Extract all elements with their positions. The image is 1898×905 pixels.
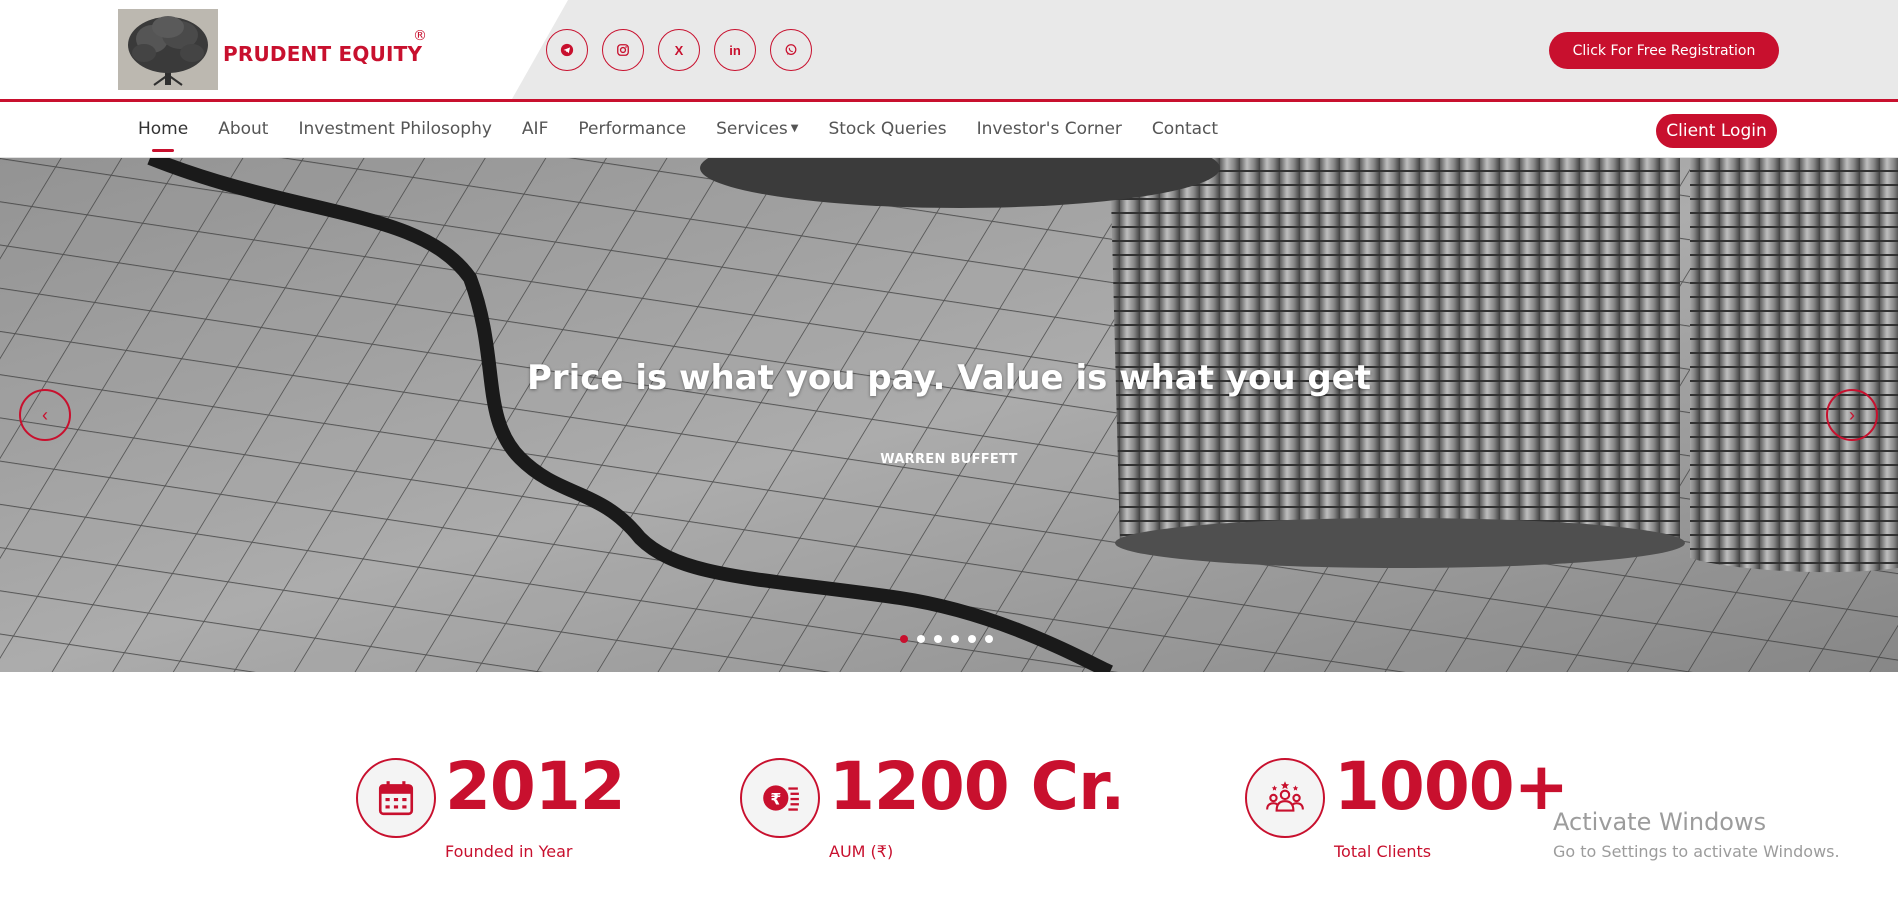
carousel-dot-1[interactable]: [900, 635, 908, 643]
nav-item-contact[interactable]: Contact: [1152, 119, 1218, 139]
nav-item-stock-queries[interactable]: Stock Queries: [828, 119, 946, 139]
calendar-icon: [356, 758, 436, 838]
chevron-right-icon: ›: [1849, 404, 1855, 425]
hero-carousel: Price is what you pay. Value is what you…: [0, 158, 1898, 672]
whatsapp-icon[interactable]: [770, 29, 812, 71]
carousel-dot-2[interactable]: [917, 635, 925, 643]
nav-item-investment-philosophy[interactable]: Investment Philosophy: [298, 119, 491, 139]
carousel-dot-5[interactable]: [968, 635, 976, 643]
carousel-indicators: [900, 635, 993, 643]
chevron-left-icon: ‹: [42, 404, 48, 425]
activate-windows-subtitle: Go to Settings to activate Windows.: [1553, 842, 1840, 861]
caret-down-icon: ▼: [790, 123, 799, 134]
carousel-dot-3[interactable]: [934, 635, 942, 643]
rupee-coins-icon: ₹: [740, 758, 820, 838]
social-links: X in: [546, 29, 812, 71]
nav-item-performance[interactable]: Performance: [578, 119, 686, 139]
svg-text:₹: ₹: [770, 789, 781, 808]
free-registration-button[interactable]: Click For Free Registration: [1549, 32, 1779, 69]
nav-item-services-label: Services: [716, 119, 788, 139]
nav-item-investors-corner[interactable]: Investor's Corner: [977, 119, 1122, 139]
nav-menu: Home About Investment Philosophy AIF Per…: [138, 119, 1218, 152]
carousel-dot-6[interactable]: [985, 635, 993, 643]
top-header: PRUDENT EQUITY ® X in Click For Free Reg…: [0, 0, 1898, 99]
nav-item-aif[interactable]: AIF: [522, 119, 548, 139]
linkedin-icon[interactable]: in: [714, 29, 756, 71]
stat-founded-label: Founded in Year: [445, 842, 573, 861]
telegram-icon[interactable]: [546, 29, 588, 71]
brand-name[interactable]: PRUDENT EQUITY: [223, 42, 422, 66]
carousel-prev-button[interactable]: ‹: [19, 389, 71, 441]
carousel-next-button[interactable]: ›: [1826, 389, 1878, 441]
stat-aum-label: AUM (₹): [829, 842, 894, 861]
hero-quote: Price is what you pay. Value is what you…: [526, 358, 1372, 398]
nav-item-about[interactable]: About: [218, 119, 268, 139]
stat-clients-label: Total Clients: [1334, 842, 1432, 861]
client-login-button[interactable]: Client Login: [1656, 114, 1777, 148]
registered-mark: ®: [413, 28, 427, 44]
stat-clients-value: 1000+: [1334, 748, 1569, 825]
nav-item-services[interactable]: Services ▼: [716, 119, 798, 139]
carousel-dot-4[interactable]: [951, 635, 959, 643]
x-icon[interactable]: X: [658, 29, 700, 71]
instagram-icon[interactable]: [602, 29, 644, 71]
hero-quote-author: WARREN BUFFETT: [880, 452, 1018, 467]
hero-background-image: [0, 158, 1898, 672]
activate-windows-title: Activate Windows: [1553, 808, 1767, 836]
main-nav: Home About Investment Philosophy AIF Per…: [0, 102, 1898, 158]
stat-founded-value: 2012: [445, 748, 626, 825]
stat-aum-value: 1200 Cr.: [829, 748, 1125, 825]
logo-tree-image[interactable]: [118, 9, 218, 90]
nav-item-home[interactable]: Home: [138, 119, 188, 152]
clients-group-icon: [1245, 758, 1325, 838]
